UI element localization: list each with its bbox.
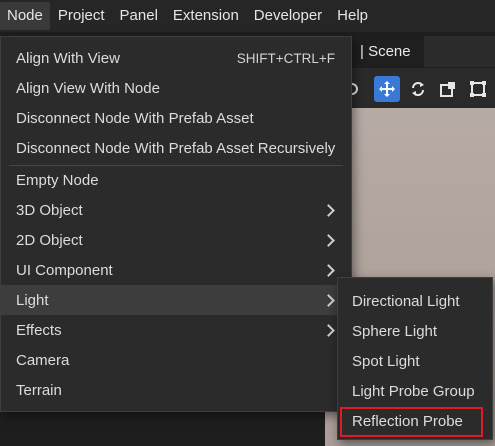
menu-item-ui-component[interactable]: UI Component	[1, 255, 351, 285]
chevron-right-icon	[322, 203, 335, 217]
move-tool-icon[interactable]	[374, 76, 400, 102]
node-menu-dropdown: Align With View SHIFT+CTRL+F Align View …	[0, 36, 352, 412]
menubar-developer[interactable]: Developer	[247, 2, 329, 30]
menubar-panel[interactable]: Panel	[113, 2, 165, 30]
submenu-item-sphere-light[interactable]: Sphere Light	[338, 316, 492, 346]
menu-item-disconnect-prefab[interactable]: Disconnect Node With Prefab Asset	[1, 103, 351, 133]
menubar-help[interactable]: Help	[330, 2, 375, 30]
menu-bar: Node Project Panel Extension Developer H…	[0, 0, 495, 32]
menu-item-label: Align With View	[16, 49, 120, 67]
scene-tab-bar: | Scene	[352, 36, 495, 67]
menu-item-label: 3D Object	[16, 201, 83, 219]
menu-item-label: Align View With Node	[16, 79, 160, 97]
chevron-right-icon	[322, 233, 335, 247]
submenu-item-reflection-probe[interactable]: Reflection Probe	[338, 406, 492, 436]
menu-item-shortcut: SHIFT+CTRL+F	[236, 50, 335, 66]
menu-item-empty-node[interactable]: Empty Node	[1, 165, 351, 195]
scale-tool-icon[interactable]	[435, 76, 461, 102]
menu-item-effects[interactable]: Effects	[1, 315, 351, 345]
menu-item-label: Camera	[16, 351, 70, 369]
menubar-extension[interactable]: Extension	[166, 2, 246, 30]
rect-tool-icon[interactable]	[465, 76, 491, 102]
chevron-right-icon	[322, 263, 335, 277]
menu-item-label: Terrain	[16, 381, 62, 399]
menu-item-terrain[interactable]: Terrain	[1, 375, 351, 405]
submenu-item-light-probe-group[interactable]: Light Probe Group	[338, 376, 492, 406]
menu-item-camera[interactable]: Camera	[1, 345, 351, 375]
submenu-item-directional-light[interactable]: Directional Light	[338, 286, 492, 316]
rotate-tool-icon[interactable]	[405, 76, 431, 102]
light-submenu: Directional Light Sphere Light Spot Ligh…	[337, 277, 493, 440]
menu-item-label: Disconnect Node With Prefab Asset	[16, 109, 254, 127]
submenu-item-spot-light[interactable]: Spot Light	[338, 346, 492, 376]
menu-item-label: Disconnect Node With Prefab Asset Recurs…	[16, 139, 336, 157]
chevron-right-icon	[322, 293, 335, 307]
chevron-right-icon	[322, 323, 335, 337]
menu-item-label: 2D Object	[16, 231, 83, 249]
menu-item-2d-object[interactable]: 2D Object	[1, 225, 351, 255]
menu-item-3d-object[interactable]: 3D Object	[1, 195, 351, 225]
menu-item-label: Light	[16, 291, 49, 309]
menu-item-disconnect-prefab-recursive[interactable]: Disconnect Node With Prefab Asset Recurs…	[1, 133, 351, 163]
menu-item-label: Effects	[16, 321, 62, 339]
menu-item-align-view-with-node[interactable]: Align View With Node	[1, 73, 351, 103]
menubar-project[interactable]: Project	[51, 2, 112, 30]
menu-item-light[interactable]: Light	[1, 285, 351, 315]
menu-item-label: Empty Node	[16, 171, 99, 189]
menubar-node[interactable]: Node	[0, 2, 50, 30]
tab-scene[interactable]: | Scene	[352, 36, 424, 67]
menu-item-align-with-view[interactable]: Align With View SHIFT+CTRL+F	[1, 43, 351, 73]
menu-item-label: UI Component	[16, 261, 113, 279]
